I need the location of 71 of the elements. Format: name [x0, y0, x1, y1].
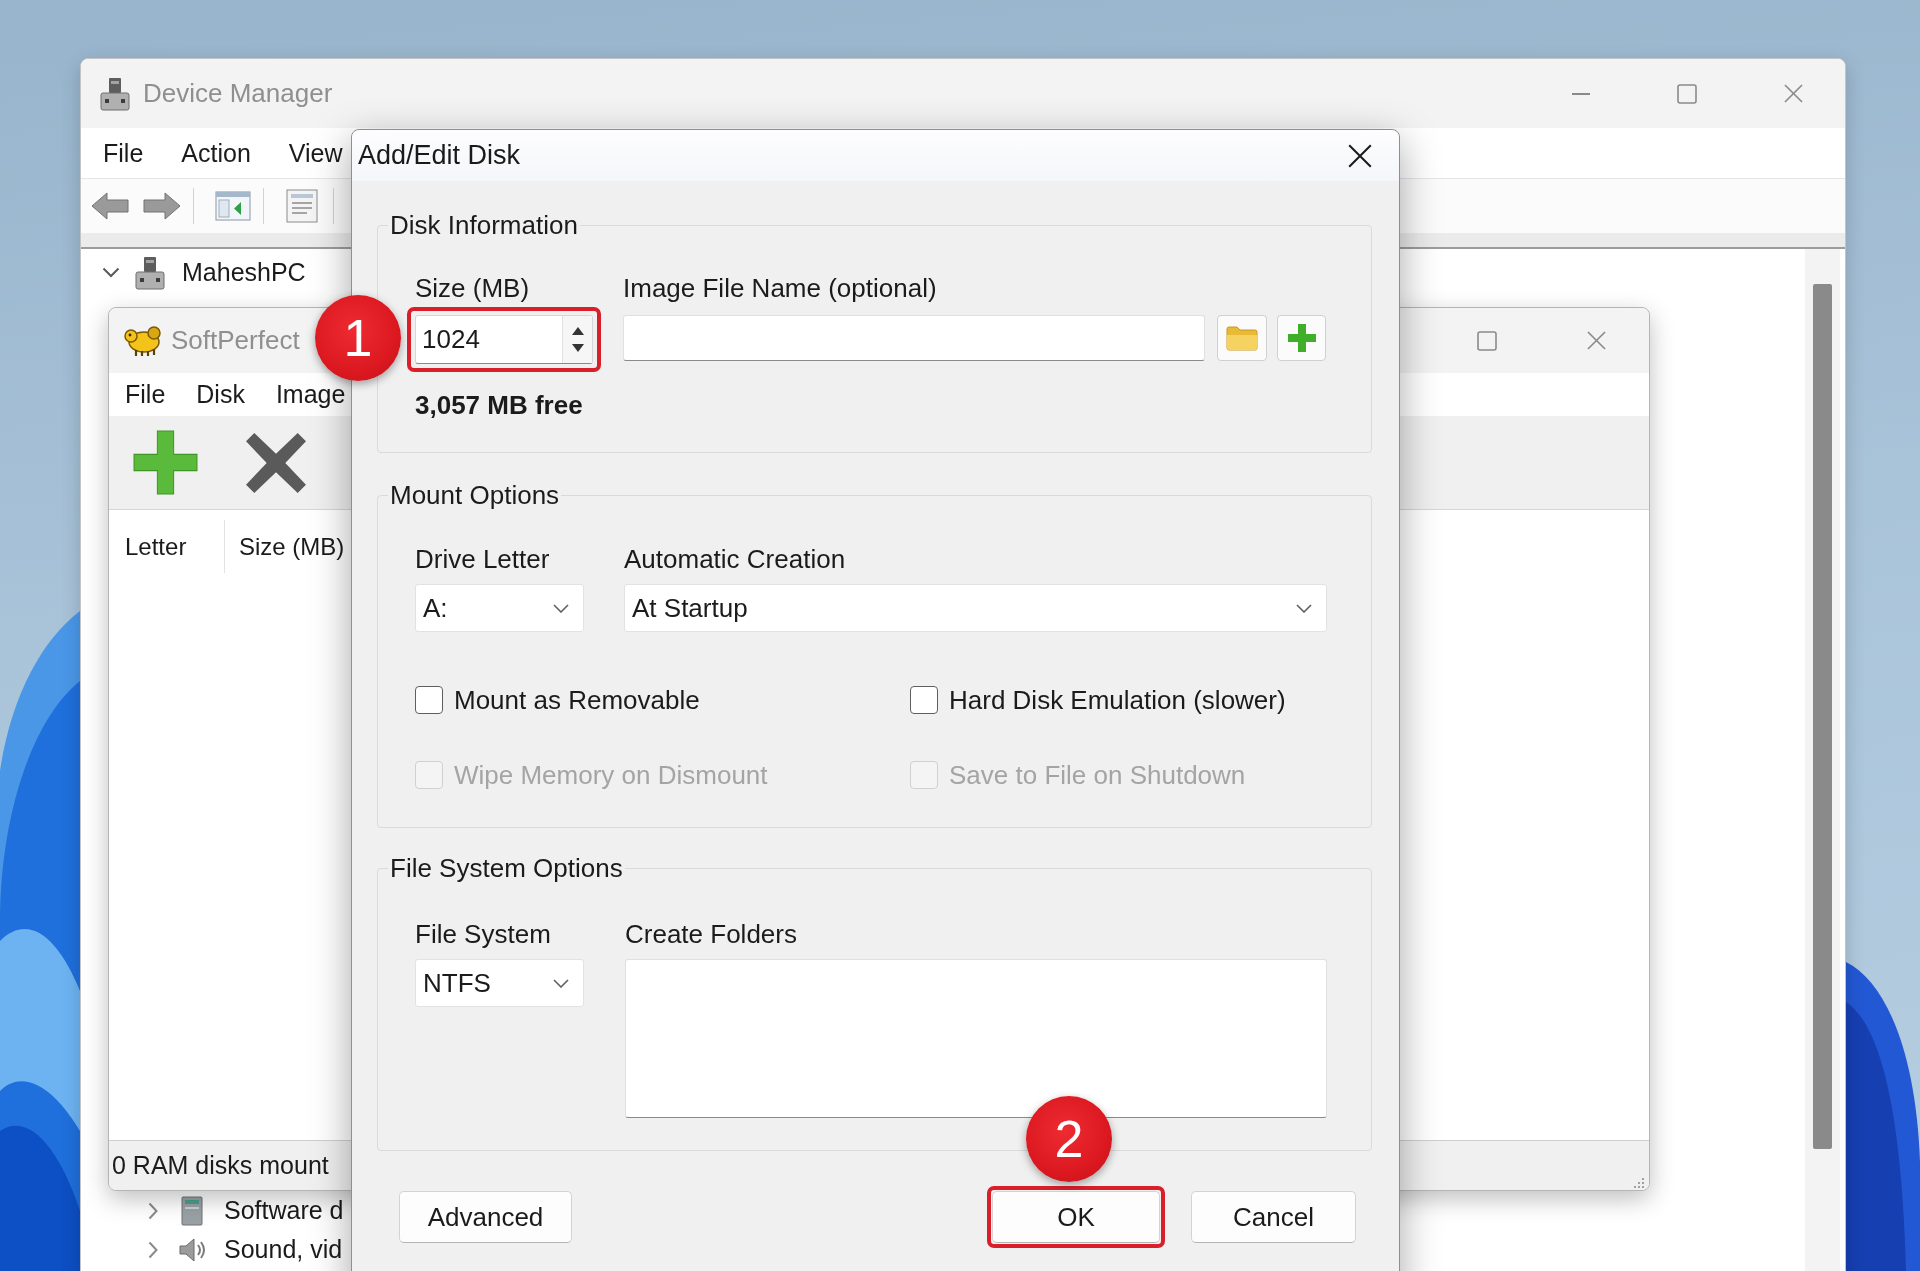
- down-arrow-icon[interactable]: [571, 344, 584, 352]
- file-system-dropdown[interactable]: NTFS: [415, 959, 584, 1007]
- field-label: Size (MB): [415, 272, 531, 304]
- field-label: Drive Letter: [415, 543, 551, 575]
- panel-icon[interactable]: [215, 190, 251, 222]
- menu-item[interactable]: File: [125, 379, 166, 409]
- chevron-down-icon: [553, 603, 569, 613]
- menu-item[interactable]: Image: [275, 379, 346, 409]
- dialog-button[interactable]: OK: [992, 1191, 1160, 1243]
- checkbox-label[interactable]: Hard Disk Emulation (slower): [949, 684, 1286, 716]
- maximize-icon[interactable]: [1677, 83, 1697, 104]
- group-title: Disk Information: [389, 210, 579, 240]
- checkbox[interactable]: [910, 686, 938, 714]
- menu-item[interactable]: Disk: [196, 379, 245, 409]
- size-spin-field[interactable]: 1024: [415, 315, 593, 364]
- field-label: Image File Name (optional): [623, 272, 938, 304]
- speaker-icon: [178, 1235, 206, 1264]
- checkbox[interactable]: [415, 686, 443, 714]
- menu-item[interactable]: View: [288, 138, 343, 168]
- window-title: Device Manager: [143, 78, 333, 109]
- chevron-right-icon[interactable]: [148, 1201, 158, 1220]
- automatic-creation-dropdown[interactable]: At Startup: [624, 584, 1327, 632]
- back-arrow-icon[interactable]: [91, 191, 129, 221]
- column-header[interactable]: Size (MB): [225, 532, 345, 561]
- scrollbar-thumb[interactable]: [1813, 284, 1832, 1149]
- minimize-icon[interactable]: [1572, 92, 1590, 95]
- folder-icon: [1226, 325, 1258, 351]
- dialog-button[interactable]: Advanced: [399, 1191, 572, 1243]
- menu-item[interactable]: File: [103, 138, 144, 168]
- maximize-icon[interactable]: [1477, 330, 1497, 351]
- dialog-title: Add/Edit Disk: [358, 140, 521, 171]
- plus-icon[interactable]: [133, 430, 198, 495]
- x-icon[interactable]: [245, 431, 307, 494]
- close-icon[interactable]: [1348, 143, 1372, 168]
- tree-item-label[interactable]: MaheshPC: [182, 258, 306, 287]
- up-arrow-icon[interactable]: [571, 327, 584, 335]
- step-number-badge: 1: [315, 294, 401, 381]
- computer-icon: [99, 76, 131, 111]
- checkbox-label: Wipe Memory on Dismount: [454, 759, 768, 791]
- drive-letter-dropdown[interactable]: A:: [415, 584, 584, 632]
- field-label: File System: [415, 918, 552, 950]
- tree-item-label[interactable]: Software d: [224, 1196, 344, 1225]
- field-label: Create Folders: [625, 918, 798, 950]
- browse-button[interactable]: [1217, 315, 1267, 361]
- group-title: File System Options: [389, 853, 624, 883]
- chevron-down-icon: [553, 978, 569, 988]
- forward-arrow-icon[interactable]: [143, 191, 181, 221]
- dialog-button[interactable]: Cancel: [1191, 1191, 1356, 1243]
- field-label: Automatic Creation: [624, 543, 847, 575]
- device-icon: [181, 1195, 203, 1226]
- window-title: SoftPerfect: [171, 325, 300, 356]
- chevron-right-icon[interactable]: [148, 1240, 158, 1259]
- chevron-down-icon: [1296, 603, 1312, 613]
- add-button[interactable]: [1277, 315, 1326, 361]
- menu-item[interactable]: Action: [181, 138, 251, 168]
- checkbox-label[interactable]: Mount as Removable: [454, 684, 700, 716]
- step-number-badge: 2: [1026, 1096, 1112, 1182]
- free-space-text: 3,057 MB free: [415, 390, 584, 420]
- document-icon[interactable]: [285, 189, 319, 223]
- group-title: Mount Options: [389, 480, 561, 510]
- plus-icon: [1287, 324, 1316, 352]
- column-header[interactable]: Letter: [109, 532, 224, 561]
- tree-item-label[interactable]: Sound, vid: [224, 1235, 343, 1264]
- chevron-down-icon[interactable]: [102, 267, 120, 278]
- status-text: 0 RAM disks mount: [112, 1151, 329, 1180]
- computer-icon: [134, 255, 166, 290]
- sheep-icon: [124, 324, 162, 357]
- image-file-input[interactable]: [623, 315, 1205, 361]
- create-folders-field[interactable]: [625, 959, 1327, 1118]
- checkbox-label: Save to File on Shutdown: [949, 759, 1246, 791]
- resize-grip-icon[interactable]: [1631, 1176, 1645, 1190]
